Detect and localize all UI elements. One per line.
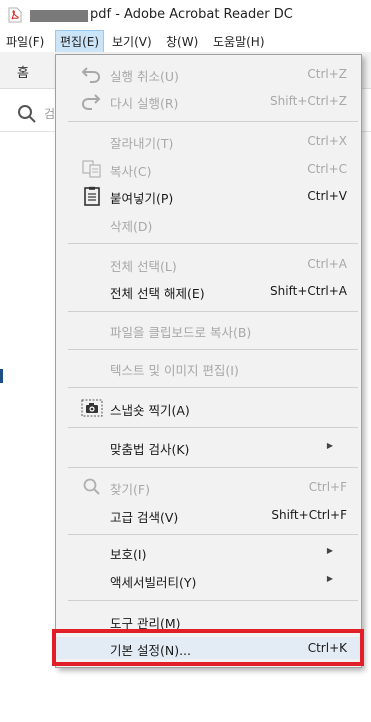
preferences-highlight-box	[52, 629, 364, 666]
menu-item-shortcut: Ctrl+F	[308, 480, 347, 494]
search-hint: 검	[44, 107, 56, 121]
menu-item-label: 찾기(F)	[110, 482, 150, 497]
menu-file[interactable]: 파일(F)	[6, 33, 44, 50]
menu-item-label: 고급 검색(V)	[110, 510, 179, 525]
menu-item-label: 전체 선택 해제(E)	[110, 286, 205, 301]
menu-separator	[68, 467, 358, 468]
menu-item-copy-file-to-clipboard[interactable]: 파일을 클립보드로 복사(B)	[56, 319, 361, 341]
undo-icon	[81, 67, 101, 83]
menu-help[interactable]: 도움말(H)	[213, 33, 265, 50]
redo-icon	[81, 94, 101, 110]
menu-item-redo[interactable]: 다시 실행(R) Shift+Ctrl+Z	[56, 90, 361, 112]
acrobat-pdf-icon	[8, 7, 22, 23]
menu-item-label: 스냅숏 찍기(A)	[110, 403, 190, 418]
title-bar: pdf - Adobe Acrobat Reader DC	[0, 0, 371, 30]
menu-item-shortcut: Shift+Ctrl+Z	[270, 94, 347, 108]
search-icon	[83, 478, 100, 495]
window-title: pdf - Adobe Acrobat Reader DC	[90, 7, 293, 22]
menu-edit[interactable]: 편집(E)	[55, 30, 105, 54]
submenu-arrow-icon: ▶	[326, 574, 333, 583]
menu-item-take-snapshot[interactable]: 스냅숏 찍기(A)	[56, 397, 361, 419]
submenu-arrow-icon: ▶	[326, 441, 333, 450]
menu-item-accessibility[interactable]: 액세서빌러티(Y) ▶	[56, 569, 361, 591]
menu-item-label: 액세서빌러티(Y)	[110, 575, 197, 590]
menu-item-shortcut: Ctrl+Z	[307, 67, 347, 81]
menu-item-label: 파일을 클립보드로 복사(B)	[110, 325, 252, 340]
menu-separator	[68, 387, 358, 388]
menu-separator	[68, 311, 358, 312]
menu-separator	[68, 243, 358, 244]
search-icon[interactable]	[17, 104, 37, 124]
menu-item-label: 맞춤법 검사(K)	[110, 442, 190, 457]
menu-separator	[68, 349, 358, 350]
menu-item-shortcut: Ctrl+A	[307, 257, 347, 271]
menu-item-label: 잘라내기(T)	[110, 136, 174, 151]
redacted-filename	[30, 10, 88, 22]
menu-item-shortcut: Ctrl+V	[307, 189, 347, 203]
menu-bar: 파일(F) 편집(E) 보기(V) 창(W) 도움말(H)	[0, 30, 371, 54]
menu-item-label: 실행 취소(U)	[110, 69, 179, 84]
menu-item-find[interactable]: 찾기(F) Ctrl+F	[56, 476, 361, 498]
menu-item-advanced-search[interactable]: 고급 검색(V) Shift+Ctrl+F	[56, 504, 361, 526]
menu-item-label: 붙여넣기(P)	[110, 191, 174, 206]
menu-separator	[68, 121, 358, 122]
menu-item-select-all[interactable]: 전체 선택(L) Ctrl+A	[56, 253, 361, 275]
menu-item-label: 보호(I)	[110, 547, 147, 562]
menu-item-label: 복사(C)	[110, 164, 152, 179]
menu-item-label: 텍스트 및 이미지 편집(I)	[110, 363, 239, 378]
menu-view[interactable]: 보기(V)	[112, 33, 152, 50]
left-edge-marker	[0, 369, 3, 383]
menu-separator	[68, 534, 358, 535]
submenu-arrow-icon: ▶	[326, 546, 333, 555]
menu-item-shortcut: Shift+Ctrl+F	[271, 508, 347, 522]
clipboard-icon	[84, 186, 100, 206]
menu-separator	[68, 600, 358, 601]
edit-menu-dropdown: 실행 취소(U) Ctrl+Z 다시 실행(R) Shift+Ctrl+Z 잘라…	[55, 54, 362, 668]
menu-item-shortcut: Ctrl+X	[307, 134, 347, 148]
menu-item-deselect-all[interactable]: 전체 선택 해제(E) Shift+Ctrl+A	[56, 280, 361, 302]
menu-item-shortcut: Ctrl+C	[307, 162, 347, 176]
menu-item-label: 삭제(D)	[110, 219, 153, 234]
tab-home[interactable]: 홈	[17, 62, 29, 81]
menu-item-label: 다시 실행(R)	[110, 96, 179, 111]
camera-icon	[81, 399, 103, 417]
menu-window[interactable]: 창(W)	[166, 33, 198, 50]
menu-separator	[68, 427, 358, 428]
menu-item-undo[interactable]: 실행 취소(U) Ctrl+Z	[56, 63, 361, 85]
menu-item-paste[interactable]: 붙여넣기(P) Ctrl+V	[56, 185, 361, 207]
menu-item-protection[interactable]: 보호(I) ▶	[56, 541, 361, 563]
menu-item-shortcut: Shift+Ctrl+A	[270, 284, 347, 298]
menu-item-label: 전체 선택(L)	[110, 259, 177, 274]
copy-icon	[82, 160, 101, 178]
menu-item-delete[interactable]: 삭제(D)	[56, 213, 361, 235]
menu-item-edit-text-images[interactable]: 텍스트 및 이미지 편집(I)	[56, 357, 361, 379]
menu-item-cut[interactable]: 잘라내기(T) Ctrl+X	[56, 130, 361, 152]
menu-item-copy[interactable]: 복사(C) Ctrl+C	[56, 158, 361, 180]
menu-item-spell-check[interactable]: 맞춤법 검사(K) ▶	[56, 436, 361, 458]
